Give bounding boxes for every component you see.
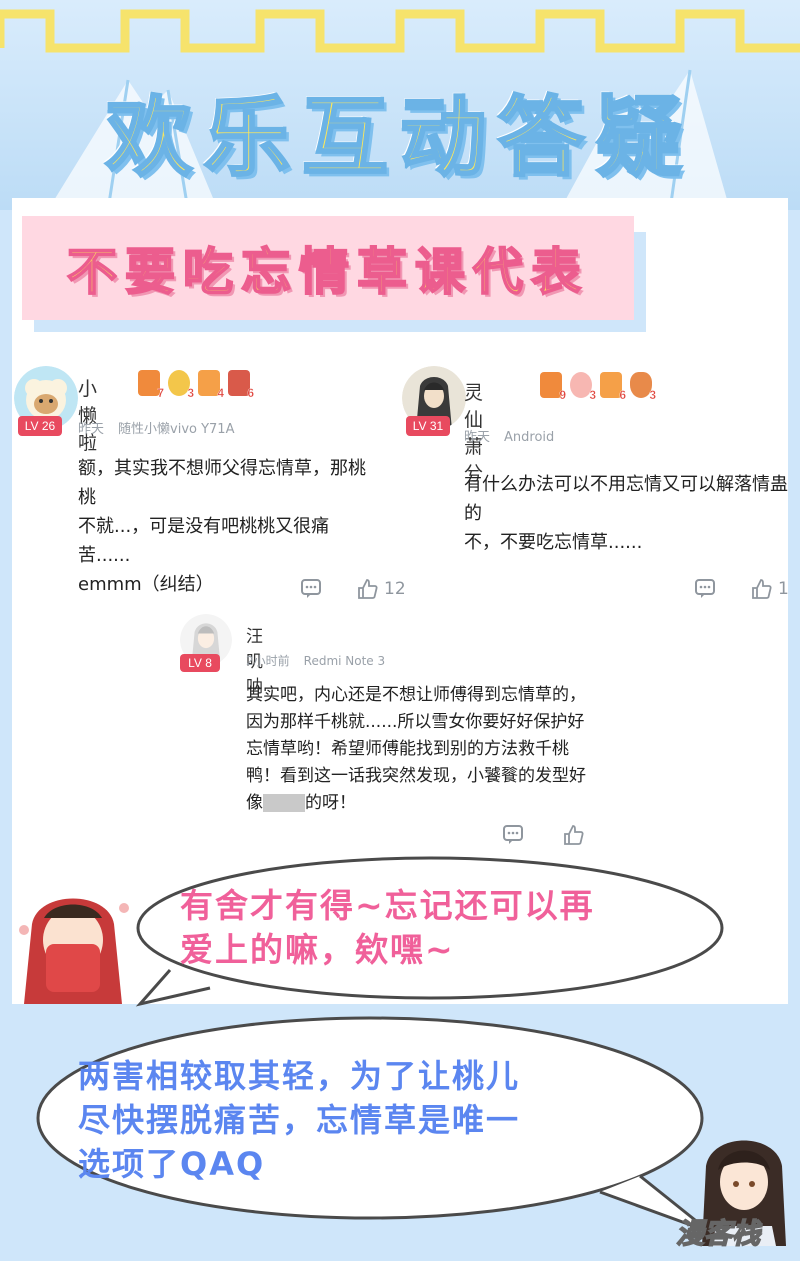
- money-bag-icon: 3: [630, 372, 656, 402]
- bubble-line: 两害相较取其轻，为了让桃儿: [78, 1057, 521, 1095]
- thumbs-up-icon: [358, 579, 378, 599]
- like-button[interactable]: 12: [356, 578, 406, 600]
- bubble-text: 两害相较取其轻，为了让桃儿 尽快摆脱痛苦，忘情草是唯一 选项了QAQ: [78, 1054, 520, 1186]
- device-name: Redmi Note 3: [303, 654, 386, 668]
- comment-text: 有什么办法可以不用忘情又可以解落情蛊的 不，不要吃忘情草......: [464, 470, 794, 557]
- comment-icon: [695, 579, 715, 598]
- avatar[interactable]: LV 31: [402, 366, 466, 436]
- text-fragment: 的呀！: [305, 793, 356, 813]
- device-name: Android: [504, 430, 555, 445]
- username[interactable]: 小懒啦: [78, 374, 97, 455]
- comment-text: 额，其实我不想师父得忘情草，那桃桃 不就...，可是没有吧桃桃又很痛苦.....…: [78, 454, 378, 599]
- gift-box-icon: 9: [540, 372, 566, 402]
- page-title: 欢乐互动答疑: [105, 87, 694, 190]
- avatar[interactable]: LV 26: [14, 366, 78, 436]
- comment-line: 不就...，可是没有吧桃桃又很痛苦......: [78, 516, 330, 566]
- gift-box-icon: 7: [138, 370, 164, 400]
- comment-icon: [503, 825, 523, 844]
- bubble-text: 有舍才有得~忘记还可以再 爱上的嘛，欸嘿~: [180, 884, 595, 972]
- text-fragment: 像: [246, 793, 263, 813]
- comment-line: 有什么办法可以不用忘情又可以解落情蛊的: [464, 474, 788, 524]
- comment-line: 因为那样千桃就......所以雪女你要好好保护好: [246, 712, 585, 732]
- comment-line: emmm（纠结）: [78, 574, 214, 595]
- comment-line: 忘情草哟！希望师傅能找到别的方法救千桃: [246, 739, 569, 759]
- avatar[interactable]: LV 8: [180, 614, 232, 672]
- watermark-logo: 漫客栈: [675, 1216, 761, 1251]
- books-icon: 6: [228, 370, 254, 400]
- veiled-girl-illustration: [19, 898, 129, 1004]
- thumbs-up-icon: [564, 825, 584, 845]
- bottles-icon: 6: [600, 372, 626, 402]
- post-time: 昨天: [78, 422, 105, 437]
- comment-meta: 昨天 随性小懒vivo Y71A: [78, 418, 234, 437]
- bubble-line: 尽快摆脱痛苦，忘情草是唯一: [78, 1101, 521, 1139]
- redacted-block: [263, 794, 305, 812]
- bubble-line: 爱上的嘛，欸嘿~: [180, 930, 455, 969]
- comment-line: 额，其实我不想师父得忘情草，那桃桃: [78, 458, 366, 508]
- comment-icon: [301, 579, 321, 598]
- reply-button[interactable]: [502, 824, 524, 846]
- level-badge: LV 31: [406, 416, 450, 436]
- comment-meta: 2小时前 Redmi Note 3: [246, 652, 385, 669]
- like-count: 1: [778, 579, 789, 599]
- level-badge: LV 26: [18, 416, 62, 436]
- like-button[interactable]: [562, 824, 584, 846]
- comment-line: 其实吧，内心还是不想让师傅得到忘情草的，: [246, 685, 586, 705]
- topic-title: 不要吃忘情草课代表: [66, 242, 589, 302]
- comment-line: 像 的呀！: [246, 790, 646, 817]
- comment-line: 鸭！看到这一话我突然发现，小饕餮的发型好: [246, 766, 586, 786]
- post-time: 2小时前: [246, 654, 290, 668]
- bubble-line: 选项了QAQ: [78, 1145, 266, 1183]
- reply-button[interactable]: [694, 578, 716, 600]
- user-badges: 9 3 6 3: [540, 372, 656, 402]
- pig-face-icon: 3: [570, 372, 596, 402]
- bubble-line: 有舍才有得~忘记还可以再: [180, 886, 595, 925]
- bottles-icon: 4: [198, 370, 224, 400]
- comment-text: 其实吧，内心还是不想让师傅得到忘情草的， 因为那样千桃就......所以雪女你要…: [246, 682, 646, 817]
- user-badges: 7 3 4 6: [138, 370, 254, 400]
- like-button[interactable]: 1: [750, 578, 789, 600]
- like-count: 12: [384, 579, 406, 599]
- comment-meta: 昨天 Android: [464, 426, 554, 445]
- thumbs-up-icon: [752, 579, 772, 599]
- post-time: 昨天: [464, 430, 491, 445]
- level-badge: LV 8: [180, 654, 220, 672]
- device-name: 随性小懒vivo Y71A: [118, 422, 235, 437]
- medal-icon: 3: [168, 370, 194, 400]
- topic-box: 不要吃忘情草课代表: [22, 216, 634, 320]
- comment-line: 不，不要吃忘情草......: [464, 532, 643, 553]
- reply-button[interactable]: [300, 578, 322, 600]
